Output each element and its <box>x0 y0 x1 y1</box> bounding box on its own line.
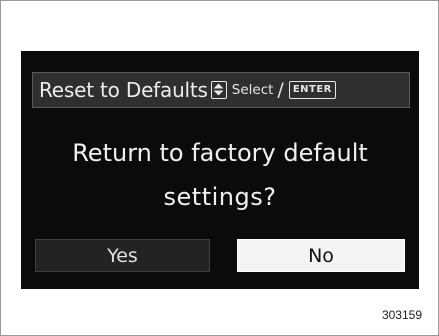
select-hint: Select <box>231 82 274 98</box>
confirmation-message: Return to factory default settings? <box>21 131 419 219</box>
no-button[interactable]: No <box>237 239 405 272</box>
updown-icon <box>210 81 227 99</box>
hint-separator: / <box>277 79 284 101</box>
dialog-title: Reset to Defaults <box>39 78 208 102</box>
message-line-1: Return to factory default <box>72 139 368 167</box>
yes-button[interactable]: Yes <box>35 239 210 272</box>
figure-id: 303159 <box>381 308 422 322</box>
title-bar: Reset to Defaults Select / ENTER <box>32 72 410 108</box>
enter-key-icon: ENTER <box>288 81 336 99</box>
message-line-2: settings? <box>163 183 277 211</box>
display-screen: Reset to Defaults Select / ENTER Return … <box>21 51 419 289</box>
figure-frame: Reset to Defaults Select / ENTER Return … <box>0 0 439 336</box>
